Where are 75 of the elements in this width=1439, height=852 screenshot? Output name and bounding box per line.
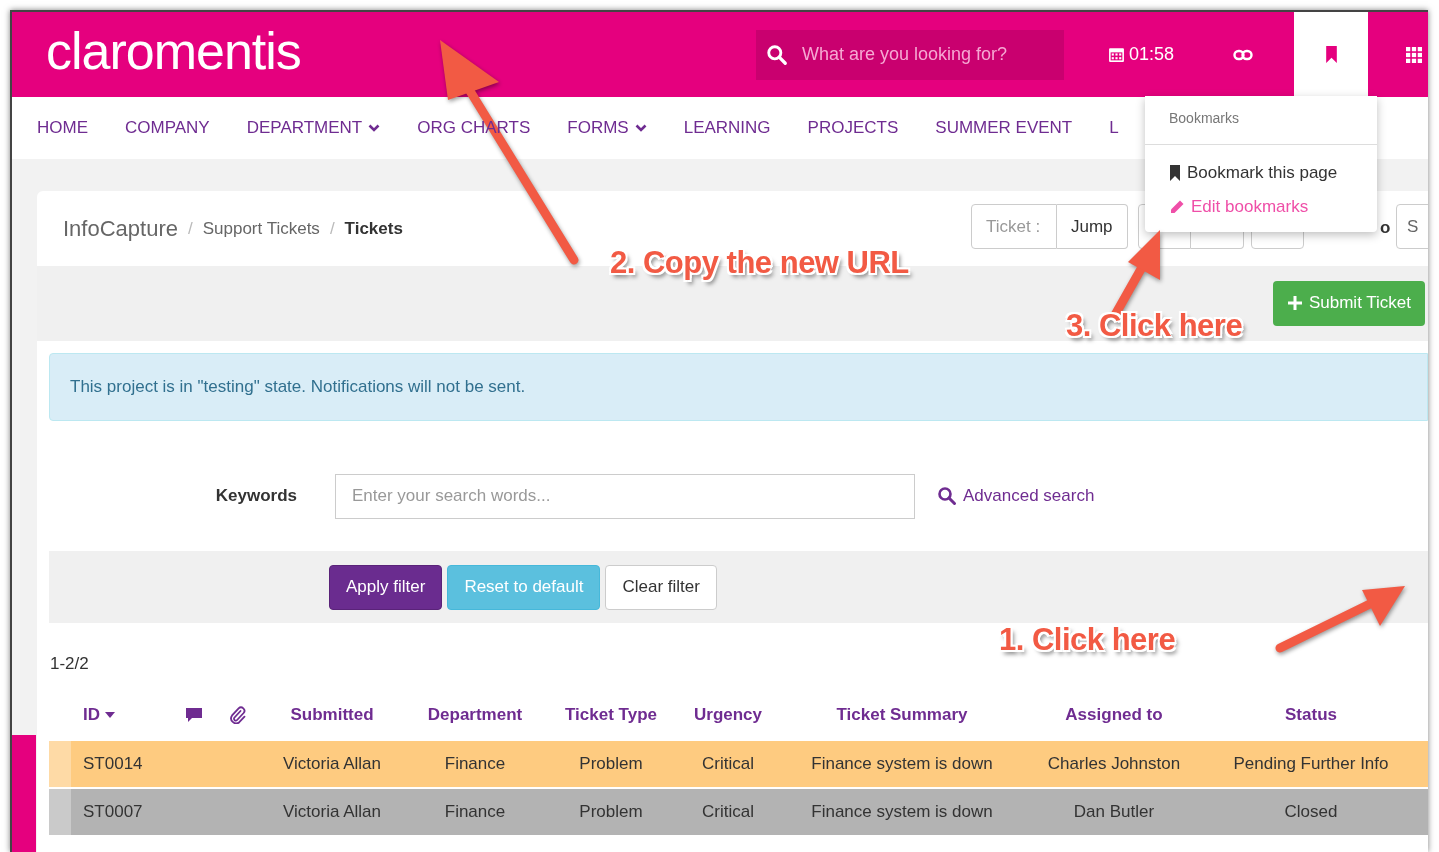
grid-icon: [1406, 46, 1422, 63]
column-header[interactable]: Urgency: [694, 702, 762, 728]
annotation-label: 2. Copy the new URL: [610, 244, 909, 282]
field-label: o: [1380, 217, 1391, 239]
row-marker: [49, 789, 71, 835]
link-icon: [1232, 48, 1253, 61]
table-cell-text: Closed: [1284, 801, 1338, 824]
breadcrumb-link[interactable]: Tickets: [344, 215, 403, 242]
table-cell-text: ST0014: [83, 753, 143, 776]
nav-link[interactable]: PROJECTS: [807, 115, 899, 141]
advanced-search-link[interactable]: Advanced search: [937, 483, 1095, 509]
search-field[interactable]: Enter your search words...: [335, 473, 915, 519]
nav-link[interactable]: LEARNING: [683, 115, 771, 141]
table-cell-text: Charles Johnston: [1047, 753, 1181, 776]
chevron-down-icon: [634, 124, 647, 132]
chevron-down-icon: [368, 124, 381, 132]
annotation-label: 1. Click here: [999, 621, 1176, 659]
table-cell-text: Finance system is down: [811, 753, 993, 776]
bookmark-icon: [1324, 46, 1338, 63]
nav-link[interactable]: L: [1109, 115, 1119, 141]
table-cell-text: Victoria Allan: [283, 753, 381, 776]
column-header[interactable]: Ticket Summary: [836, 702, 968, 728]
table-cell-text: Dan Butler: [1073, 801, 1155, 824]
table-row[interactable]: ST0014 Victoria Allan Finance Problem Critical Finance system is down Charles Johnston Pending Further Info: [49, 741, 1428, 789]
breadcrumb-link[interactable]: Support Tickets: [202, 215, 320, 242]
table-cell-text: Finance: [444, 801, 506, 824]
table-cell-text: Victoria Allan: [283, 801, 381, 824]
table-cell-text: Finance: [444, 753, 506, 776]
logo[interactable]: claromentis: [46, 24, 301, 77]
nav-link[interactable]: HOME: [37, 115, 88, 141]
table-cell-text: ST0007: [83, 801, 143, 824]
table-cell-text: Pending Further Info: [1233, 753, 1389, 776]
table-cell-text: Problem: [579, 753, 643, 776]
nav-link[interactable]: FORMS: [567, 115, 647, 141]
calendar-icon: [1107, 46, 1125, 63]
paperclip-icon: [228, 706, 246, 724]
table-cell-text: Critical: [702, 801, 754, 824]
bookmark-button[interactable]: [1294, 12, 1368, 97]
table-cell-text: Critical: [702, 753, 754, 776]
row-marker: [49, 741, 71, 787]
breadcrumb-separator: /: [187, 217, 193, 240]
column-header[interactable]: ID: [83, 702, 115, 728]
nav-link[interactable]: DEPARTMENT: [246, 115, 381, 141]
field-label: Keywords: [214, 485, 297, 508]
plus-icon: [1286, 295, 1303, 311]
table-cell-text: Finance system is down: [811, 801, 993, 824]
filter-button[interactable]: Apply filter: [329, 564, 443, 610]
ticket-field[interactable]: Ticket :: [971, 204, 1057, 249]
table-cell-text: Problem: [579, 801, 643, 824]
search-icon: [937, 486, 957, 506]
result-count: 1-2/2: [49, 653, 90, 673]
jump-button[interactable]: Jump: [1057, 204, 1128, 249]
search-field[interactable]: What are you looking for?: [756, 29, 1064, 80]
alert-message: This project is in "testing" state. Notifications will not be sent.: [49, 353, 1428, 421]
nav-link[interactable]: COMPANY: [125, 115, 210, 141]
column-header[interactable]: Status: [1285, 702, 1337, 728]
menu-item[interactable]: Bookmark this page: [1169, 160, 1377, 185]
menu-title: Bookmarks: [1145, 96, 1377, 145]
clock-time: 01:58: [1128, 43, 1174, 66]
filter-button[interactable]: Clear filter: [605, 564, 717, 610]
text-field[interactable]: S: [1396, 204, 1428, 249]
speech-bubble-icon: [185, 707, 203, 723]
table-row[interactable]: ST0007 Victoria Allan Finance Problem Critical Finance system is down Dan Butler Closed: [49, 789, 1428, 837]
column-header[interactable]: Department: [427, 702, 523, 728]
annotation-label: 3. Click here: [1066, 307, 1243, 345]
column-header[interactable]: Assigned to: [1065, 702, 1163, 728]
caret-down-icon: [105, 712, 115, 718]
nav-link[interactable]: SUMMER EVENT: [935, 115, 1073, 141]
bookmark-icon: [1169, 164, 1181, 181]
search-icon: [766, 43, 788, 66]
column-header[interactable]: Submitted: [290, 702, 374, 728]
breadcrumb-link[interactable]: InfoCapture: [63, 212, 178, 245]
breadcrumb-separator: /: [329, 217, 335, 240]
pencil-icon: [1169, 198, 1185, 215]
column-header[interactable]: Ticket Type: [565, 702, 657, 728]
